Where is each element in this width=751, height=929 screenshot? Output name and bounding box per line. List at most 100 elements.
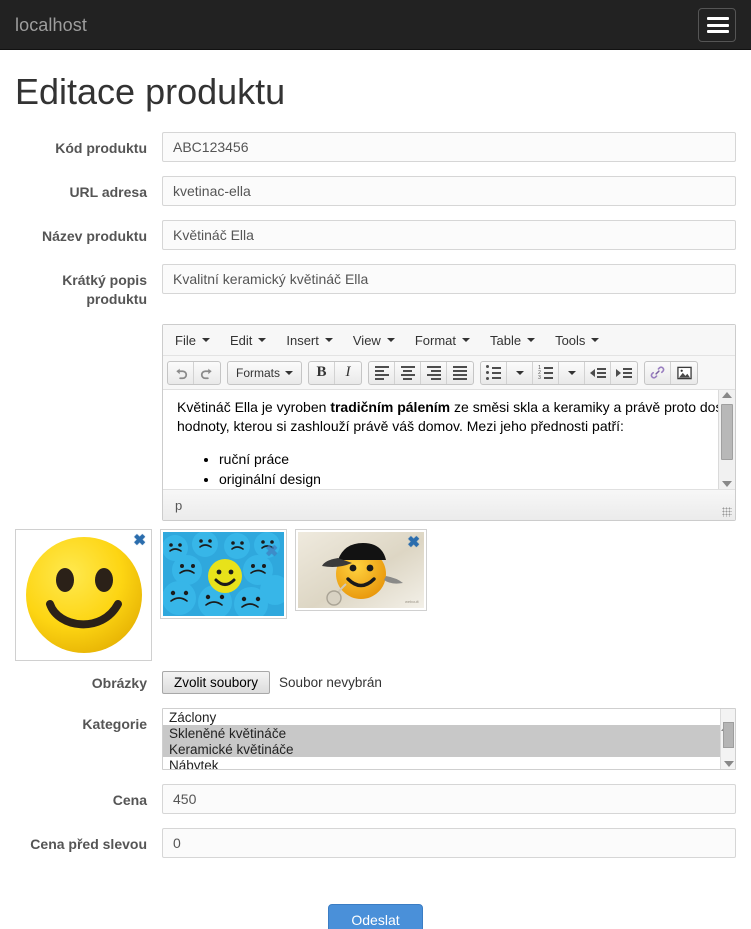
form-row-product-name: Název produktu bbox=[15, 219, 736, 250]
bullet-list-dropdown[interactable] bbox=[507, 361, 534, 384]
editor-scrollbar[interactable] bbox=[718, 390, 735, 490]
scrollbar-thumb[interactable] bbox=[721, 404, 733, 461]
file-input-group: Zvolit soubory Soubor nevybrán bbox=[162, 667, 736, 695]
form-row-editor: File Edit Insert View Format Table Tools… bbox=[15, 324, 736, 522]
numbered-list-dropdown[interactable] bbox=[559, 361, 586, 384]
undo-icon[interactable] bbox=[168, 361, 194, 384]
align-right-icon[interactable] bbox=[421, 361, 448, 384]
redo-icon[interactable] bbox=[194, 362, 220, 384]
editor-wrap: File Edit Insert View Format Table Tools… bbox=[162, 324, 736, 522]
label-old-price: Cena před slevou bbox=[30, 836, 147, 853]
editor-text-before-bold: Květináč Ella je vyroben bbox=[177, 399, 331, 416]
category-option[interactable]: Skleněné květináče bbox=[163, 725, 735, 742]
chevron-down-icon bbox=[462, 338, 470, 343]
product-code-input[interactable] bbox=[162, 131, 736, 162]
text-style-button-group: B I bbox=[308, 360, 363, 385]
editor-body[interactable]: Květináč Ella je vyroben tradičním pálen… bbox=[163, 390, 735, 489]
menu-file[interactable]: File bbox=[165, 330, 220, 351]
bold-icon[interactable]: B bbox=[309, 361, 336, 384]
chevron-down-icon bbox=[515, 370, 524, 375]
smiley-with-cap-image: webcult bbox=[298, 532, 424, 609]
editor-content-area[interactable]: Květináč Ella je vyroben tradičním pálen… bbox=[163, 390, 735, 491]
align-left-icon[interactable] bbox=[369, 361, 396, 384]
editor-list-item: ruční práce bbox=[219, 450, 735, 469]
chevron-down-icon bbox=[527, 338, 536, 343]
menu-tools[interactable]: Tools bbox=[545, 330, 609, 351]
link-icon[interactable] bbox=[645, 361, 672, 384]
product-url-input[interactable] bbox=[162, 175, 736, 206]
product-name-input[interactable] bbox=[162, 219, 736, 250]
italic-icon[interactable]: I bbox=[335, 362, 361, 384]
editor-list: ruční práce originální design nízká cena bbox=[177, 450, 735, 489]
align-justify-glyph bbox=[453, 365, 468, 380]
close-icon[interactable]: ✖ bbox=[407, 535, 420, 550]
submit-button[interactable]: Odeslat bbox=[328, 904, 423, 929]
hamburger-icon[interactable] bbox=[698, 8, 736, 42]
form-row-price: Cena bbox=[15, 784, 736, 815]
numbered-list-glyph: 123 bbox=[538, 365, 553, 380]
category-scrollbar[interactable] bbox=[720, 709, 735, 770]
menu-tools-label: Tools bbox=[555, 332, 586, 348]
bullet-list-icon[interactable] bbox=[481, 361, 508, 384]
indent-icon[interactable] bbox=[611, 362, 637, 384]
element-path[interactable]: p bbox=[175, 498, 182, 513]
category-option[interactable]: Nábytek bbox=[163, 757, 735, 769]
chevron-down-icon bbox=[324, 338, 333, 343]
price-input[interactable] bbox=[162, 784, 736, 815]
menu-table[interactable]: Table bbox=[480, 330, 545, 351]
category-option[interactable]: Keramické květináče bbox=[163, 741, 735, 758]
chevron-down-icon bbox=[201, 338, 210, 343]
price-field-wrap bbox=[162, 784, 736, 815]
chevron-down-icon bbox=[285, 370, 294, 375]
menu-view-label: View bbox=[352, 332, 381, 348]
menu-file-label: File bbox=[175, 332, 196, 348]
form-row-category: Kategorie Záclony Skleněné květináče Ker… bbox=[15, 708, 736, 771]
category-option[interactable]: Záclony bbox=[163, 709, 735, 725]
scrollbar-thumb[interactable] bbox=[723, 722, 734, 749]
bullet-list-glyph bbox=[486, 365, 502, 381]
menu-edit-label: Edit bbox=[229, 332, 253, 348]
label-category: Kategorie bbox=[82, 716, 147, 733]
hamburger-bar bbox=[707, 17, 729, 20]
image-thumbnail[interactable]: ✖ bbox=[160, 529, 287, 620]
label-product-code: Kód produktu bbox=[55, 139, 147, 156]
old-price-input[interactable] bbox=[162, 828, 736, 859]
numbered-list-icon[interactable]: 123 bbox=[533, 361, 560, 384]
align-justify-icon[interactable] bbox=[447, 362, 473, 384]
chevron-down-icon bbox=[386, 338, 395, 343]
images-field-wrap: Zvolit soubory Soubor nevybrán bbox=[162, 667, 736, 695]
category-multiselect[interactable]: Záclony Skleněné květináče Keramické kvě… bbox=[162, 708, 736, 771]
choose-files-button[interactable]: Zvolit soubory bbox=[162, 671, 271, 695]
old-price-field-wrap bbox=[162, 828, 736, 859]
short-description-input[interactable] bbox=[162, 263, 736, 294]
scroll-down-icon[interactable] bbox=[722, 481, 732, 488]
scroll-up-icon[interactable] bbox=[722, 392, 732, 399]
formats-dropdown[interactable]: Formats bbox=[228, 362, 301, 384]
outdent-icon[interactable] bbox=[585, 361, 612, 384]
chevron-down-icon bbox=[567, 370, 576, 375]
label-short-description: Krátký popis produktu bbox=[62, 271, 147, 308]
menu-view[interactable]: View bbox=[343, 330, 405, 351]
image-icon[interactable] bbox=[671, 362, 697, 384]
chevron-down-icon bbox=[258, 338, 267, 343]
align-center-icon[interactable] bbox=[395, 361, 422, 384]
close-icon[interactable]: ✖ bbox=[133, 533, 146, 548]
menu-format[interactable]: Format bbox=[405, 330, 480, 351]
alignment-button-group bbox=[368, 360, 475, 385]
editor-resize-handle[interactable] bbox=[722, 507, 732, 518]
scroll-down-icon[interactable] bbox=[723, 761, 734, 768]
navbar: localhost bbox=[0, 0, 751, 50]
form-row-product-code: Kód produktu bbox=[15, 131, 736, 162]
image-thumbnail[interactable]: ✖ bbox=[15, 529, 152, 662]
image-thumbnail[interactable]: webcult ✖ bbox=[295, 529, 427, 612]
editor-bold-phrase: tradičním pálením bbox=[330, 399, 451, 416]
field-wrap-product-url bbox=[162, 175, 736, 206]
close-icon[interactable]: ✖ bbox=[265, 544, 278, 559]
menu-edit[interactable]: Edit bbox=[220, 330, 276, 351]
align-right-glyph bbox=[426, 365, 441, 380]
form-row-short-description: Krátký popis produktu bbox=[15, 263, 736, 311]
navbar-brand[interactable]: localhost bbox=[0, 15, 87, 35]
menu-format-label: Format bbox=[414, 332, 456, 348]
editor-list-item: originální design bbox=[219, 470, 735, 489]
menu-insert[interactable]: Insert bbox=[276, 330, 343, 351]
